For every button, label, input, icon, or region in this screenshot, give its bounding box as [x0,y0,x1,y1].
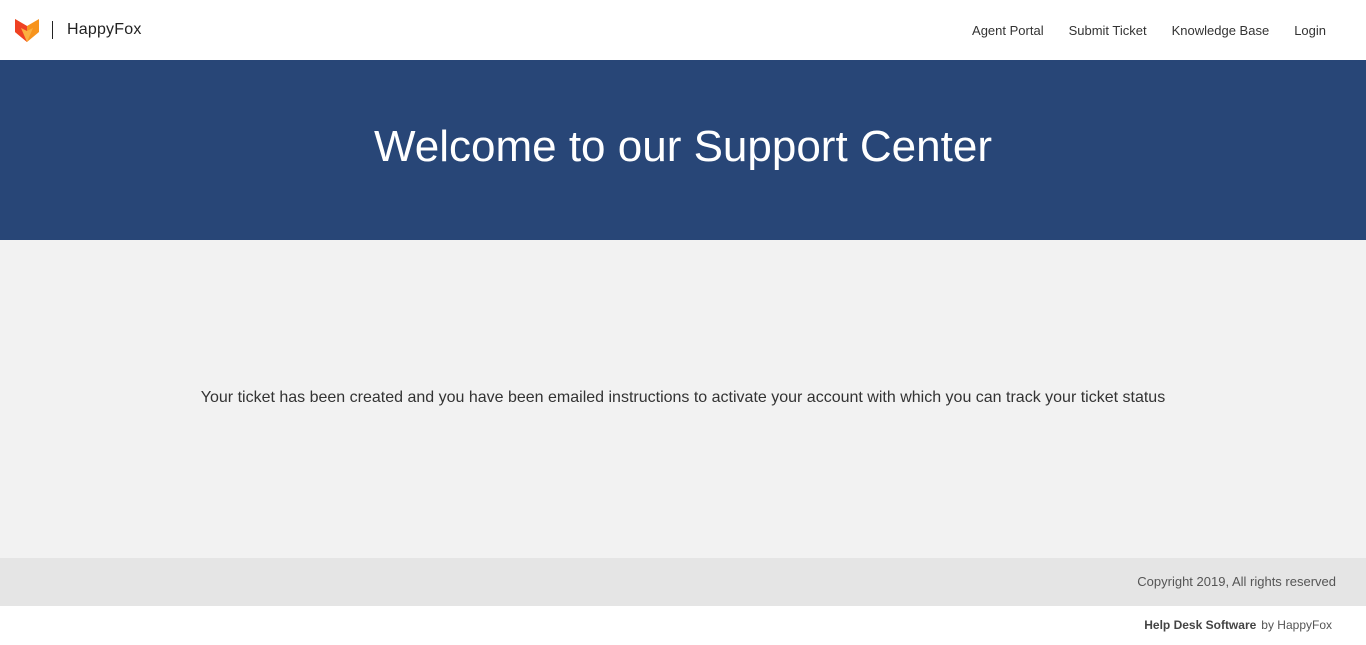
brand[interactable]: HappyFox [14,16,142,44]
nav-knowledge-base[interactable]: Knowledge Base [1172,23,1270,38]
fox-logo-icon [15,19,39,42]
footer-powered-by: Help Desk Software by HappyFox [0,606,1366,645]
nav-submit-ticket[interactable]: Submit Ticket [1069,23,1147,38]
main-content: Your ticket has been created and you hav… [0,240,1366,558]
top-navigation-bar: HappyFox Agent Portal Submit Ticket Know… [0,0,1366,60]
hero-banner: Welcome to our Support Center [0,60,1366,240]
help-desk-software-link[interactable]: Help Desk Software [1144,618,1256,632]
ticket-created-message: Your ticket has been created and you hav… [200,389,1166,406]
nav-login[interactable]: Login [1294,23,1326,38]
powered-by: Help Desk Software by HappyFox [1144,618,1332,632]
hero-title: Welcome to our Support Center [374,122,992,171]
copyright-text: Copyright 2019, All rights reserved [1137,574,1336,589]
main-nav: Agent Portal Submit Ticket Knowledge Bas… [947,0,1326,60]
nav-agent-portal[interactable]: Agent Portal [972,23,1044,38]
footer-copyright-bar: Copyright 2019, All rights reserved [0,558,1366,606]
brand-name: HappyFox [67,21,142,38]
powered-by-text: by HappyFox [1261,618,1332,632]
brand-divider [52,21,53,39]
